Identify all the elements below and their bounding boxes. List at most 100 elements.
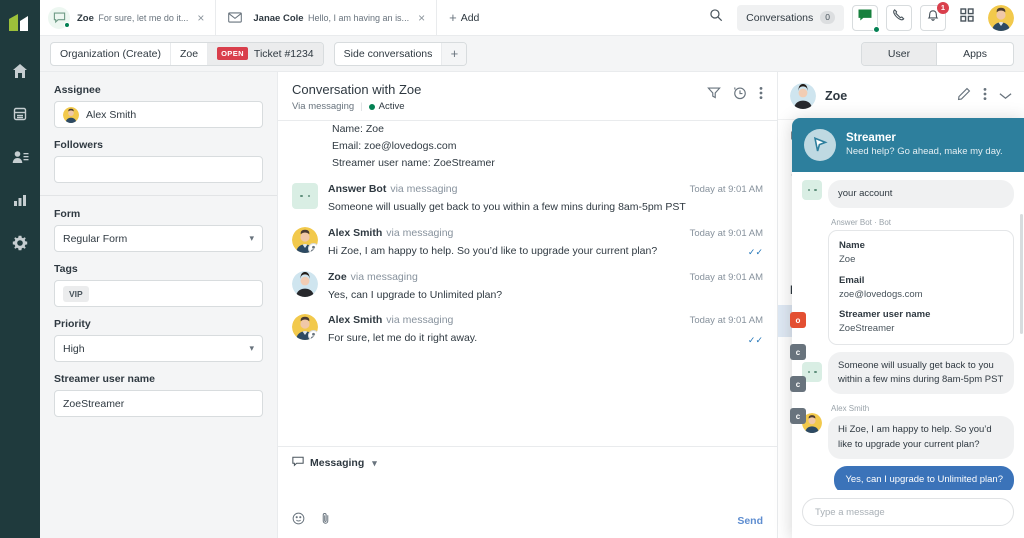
quoted-line-1: Name: Zoe xyxy=(332,123,384,135)
grid-apps-icon xyxy=(960,8,974,27)
topbar-actions: Conversations 0 1 xyxy=(703,0,1024,35)
widget-title: Streamer xyxy=(846,132,896,145)
user-panel-header: Zoe xyxy=(778,72,1024,120)
widget-message-outgoing: Yes, can I upgrade to Unlimited plan? xyxy=(802,465,1014,490)
more-options-icon[interactable] xyxy=(983,87,987,106)
assignee-input[interactable]: Alex Smith xyxy=(54,101,263,128)
close-icon[interactable]: × xyxy=(416,12,427,24)
answer-bot-avatar-icon xyxy=(802,180,822,200)
attachment-icon[interactable] xyxy=(319,512,332,530)
tab-title: Janae Cole xyxy=(253,13,304,25)
notifications-button[interactable]: 1 xyxy=(920,1,949,31)
chevron-down-icon: ▾ xyxy=(372,457,377,468)
talk-phone-button[interactable] xyxy=(886,4,912,31)
widget-message-stack: Someone will usually get back to you wit… xyxy=(828,351,1014,395)
widget-info-card: Name Zoe Email zoe@lovedogs.com Streamer… xyxy=(828,230,1014,345)
message-timestamp: Today at 9:01 AM xyxy=(689,184,763,195)
tab-zoe[interactable]: Zoe For sure, let me do it... × xyxy=(40,0,217,35)
widget-message-list[interactable]: your account Answer Bot · Bot Name Zoe E… xyxy=(792,172,1024,490)
more-options-icon[interactable] xyxy=(759,86,763,105)
card-value: ZoeStreamer xyxy=(839,323,895,335)
message-text-content: Hi Zoe, I am happy to help. So you’d lik… xyxy=(328,244,658,257)
message-text: For sure, let me do it right away. ✓✓ xyxy=(328,330,763,347)
user-name: Zoe xyxy=(825,89,848,103)
tab-text: Janae Cole Hello, I am having an is... xyxy=(253,8,409,26)
message-header: Answer Bot via messaging Today at 9:01 A… xyxy=(328,183,763,195)
form-select[interactable]: Regular Form ▾ xyxy=(54,225,263,252)
widget-footer: Type a message xyxy=(792,490,1024,538)
card-key: Streamer user name xyxy=(839,309,931,321)
followers-input[interactable] xyxy=(54,156,263,183)
reporting-bar-chart-icon xyxy=(12,192,28,208)
sidebar-item-views[interactable] xyxy=(5,97,35,131)
priority-value: High xyxy=(63,342,85,355)
message-item: Zoe via messaging Today at 9:01 AM Yes, … xyxy=(292,260,763,304)
status-badge: OPEN xyxy=(217,47,248,60)
streamer-user-name-value: ZoeStreamer xyxy=(63,397,125,410)
zendesk-logo-icon[interactable] xyxy=(6,10,34,38)
quoted-block: Name: Zoe Email: zoe@lovedogs.com Stream… xyxy=(292,121,763,172)
message-item: Answer Bot via messaging Today at 9:01 A… xyxy=(292,172,763,216)
filter-icon[interactable] xyxy=(707,86,721,105)
tags-input[interactable]: VIP xyxy=(54,280,263,307)
avatar xyxy=(292,226,318,253)
send-button[interactable]: Send xyxy=(737,515,763,527)
tab-apps[interactable]: Apps xyxy=(937,43,1013,65)
apps-grid-button[interactable] xyxy=(954,5,980,31)
chat-icon xyxy=(292,456,304,470)
add-tab-button[interactable]: + Add xyxy=(437,0,491,35)
side-conversations-label[interactable]: Side conversations xyxy=(335,42,443,65)
message-author: Alex Smith xyxy=(328,226,383,239)
field-followers: Followers xyxy=(54,139,263,183)
widget-message-card: Answer Bot · Bot Name Zoe Email zoe@love… xyxy=(802,215,1014,345)
phone-icon xyxy=(892,8,906,27)
widget-bubble: Someone will usually get back to you wit… xyxy=(828,351,1014,395)
widget-message-agent-1: Alex Smith Hi Zoe, I am happy to help. S… xyxy=(802,401,1014,459)
emoji-icon[interactable] xyxy=(292,512,305,530)
composer-input[interactable] xyxy=(292,470,763,512)
chevron-down-icon[interactable] xyxy=(999,87,1012,105)
search-button[interactable] xyxy=(703,5,729,31)
add-side-conversation-button[interactable]: + xyxy=(442,42,467,65)
breadcrumb-organization[interactable]: Organization (Create) xyxy=(51,42,171,65)
avatar xyxy=(790,83,816,109)
conversations-button[interactable]: Conversations 0 xyxy=(737,4,844,31)
widget-message-input[interactable]: Type a message xyxy=(802,498,1014,526)
composer: Messaging ▾ Send xyxy=(278,446,777,538)
sidebar-item-settings[interactable] xyxy=(5,226,35,260)
streamer-user-name-input[interactable]: ZoeStreamer xyxy=(54,390,263,417)
conversation-panel: Conversation with Zoe Via messaging | Ac… xyxy=(278,72,778,538)
composer-channel-selector[interactable]: Messaging ▾ xyxy=(292,456,763,470)
widget-message-stack: Alex Smith Hi Zoe, I am happy to help. S… xyxy=(828,401,1014,459)
field-form: Form Regular Form ▾ xyxy=(54,208,263,252)
sidebar-item-home[interactable] xyxy=(5,54,35,88)
close-icon[interactable]: × xyxy=(195,12,206,24)
field-assignee: Assignee Alex Smith xyxy=(54,84,263,128)
home-icon xyxy=(12,63,28,79)
current-user-avatar[interactable] xyxy=(988,4,1014,31)
tab-user[interactable]: User xyxy=(861,42,938,65)
message-body: Zoe via messaging Today at 9:01 AM Yes, … xyxy=(328,271,763,304)
priority-select[interactable]: High ▾ xyxy=(54,335,263,362)
online-status-dot xyxy=(873,25,880,33)
widget-scrollbar[interactable] xyxy=(1020,214,1023,334)
history-icon[interactable] xyxy=(733,86,747,105)
online-status-dot xyxy=(64,21,70,28)
message-list[interactable]: Name: Zoe Email: zoe@lovedogs.com Stream… xyxy=(278,121,777,446)
field-priority: Priority High ▾ xyxy=(54,318,263,362)
agent-badge-icon xyxy=(308,242,318,253)
edit-pencil-icon[interactable] xyxy=(957,87,971,106)
sidebar-item-customers[interactable] xyxy=(5,140,35,174)
sidebar-item-reporting[interactable] xyxy=(5,183,35,217)
widget-bubble: Hi Zoe, I am happy to help. So you’d lik… xyxy=(828,416,1014,459)
messaging-status-button[interactable] xyxy=(852,4,880,33)
message-header: Zoe via messaging Today at 9:01 AM xyxy=(328,271,763,283)
divider xyxy=(40,195,277,196)
followers-label: Followers xyxy=(54,139,104,151)
tab-janae-cole[interactable]: Janae Cole Hello, I am having an is... × xyxy=(216,0,438,35)
chat-icon xyxy=(48,6,70,29)
conversations-count-badge: 0 xyxy=(820,10,835,25)
breadcrumb-user[interactable]: Zoe xyxy=(171,42,209,65)
breadcrumb-ticket[interactable]: OPEN Ticket #1234 xyxy=(208,42,323,65)
widget-message-stack: your account xyxy=(828,180,1014,209)
